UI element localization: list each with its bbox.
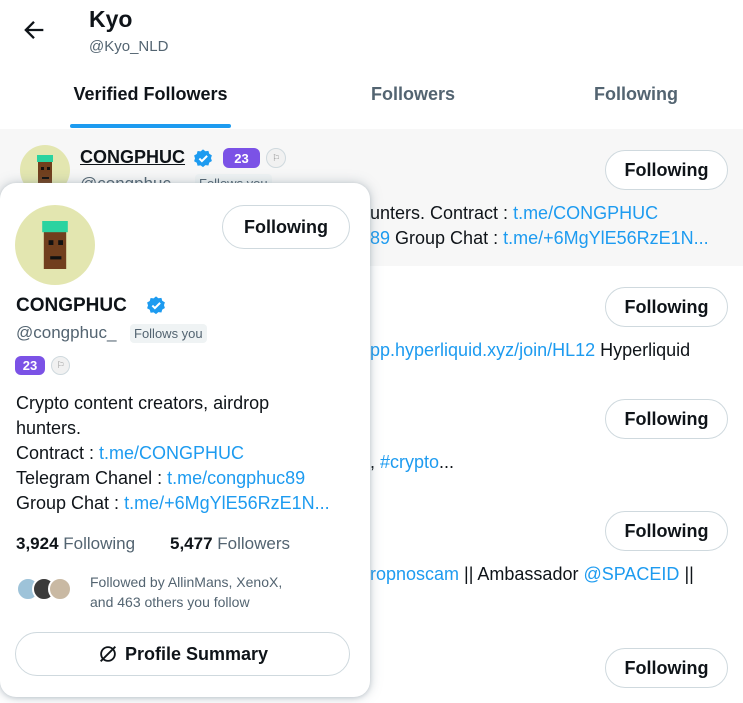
group-chat-link[interactable]: t.me/+6MgYlE56RzE1N... [503,228,709,248]
following-button[interactable]: Following [605,287,728,327]
followed-by-text[interactable]: Followed by AllinMans, XenoX, and 463 ot… [90,572,282,612]
following-button[interactable]: Following [605,150,728,190]
page-handle: @Kyo_NLD [89,38,169,55]
follows-you-badge: Follows you [130,324,207,343]
flag-icon: ⚐ [266,148,286,168]
following-button[interactable]: Following [605,511,728,551]
punk-avatar-icon [42,221,68,269]
mutual-avatars [16,575,76,605]
tab-followers[interactable]: Followers [345,84,481,105]
row-bio: unters. Contract : t.me/CONGPHUC [370,203,659,223]
verified-badge-icon [194,149,212,168]
contract-link[interactable]: t.me/CONGPHUC [99,443,244,463]
verified-badge-icon [147,296,165,315]
row-bio: pp.hyperliquid.xyz/join/HL12 Hyperliquid [370,340,691,360]
card-avatar[interactable] [15,205,95,285]
tab-following[interactable]: Following [570,84,702,105]
following-button[interactable]: Following [605,648,728,688]
card-following-button[interactable]: Following [222,205,350,249]
contract-link[interactable]: t.me/CONGPHUC [513,203,658,223]
card-name[interactable]: CONGPHUC [16,295,127,317]
summary-icon [99,646,116,662]
row-bio: , #crypto... [370,452,455,472]
profile-hover-card: Following CONGPHUC @congphuc_ Follows yo… [0,183,370,697]
rank-badge: 23 [15,356,45,375]
card-bio: Crypto content creators, airdrop hunters… [16,393,330,513]
profile-summary-button[interactable]: Profile Summary [15,632,350,676]
active-tab-indicator [70,124,231,128]
following-button[interactable]: Following [605,399,728,439]
back-arrow-icon[interactable] [20,16,48,44]
telegram-link[interactable]: t.me/congphuc89 [167,468,305,488]
card-handle[interactable]: @congphuc_ [16,323,116,343]
flag-icon: ⚐ [51,356,70,375]
tab-verified-followers[interactable]: Verified Followers [70,84,231,105]
following-count[interactable]: 3,924 Following [16,534,135,554]
avatar [48,577,72,601]
page-title: Kyo [89,6,133,32]
row-name[interactable]: CONGPHUC [80,147,185,168]
group-chat-link[interactable]: t.me/+6MgYlE56RzE1N... [124,493,330,513]
row-bio: ropnoscam || Ambassador @SPACEID || [370,564,694,584]
followers-count[interactable]: 5,477 Followers [170,534,290,554]
row-bio-line2: 89 Group Chat : t.me/+6MgYlE56RzE1N... [370,228,709,248]
rank-badge: 23 [223,148,260,168]
